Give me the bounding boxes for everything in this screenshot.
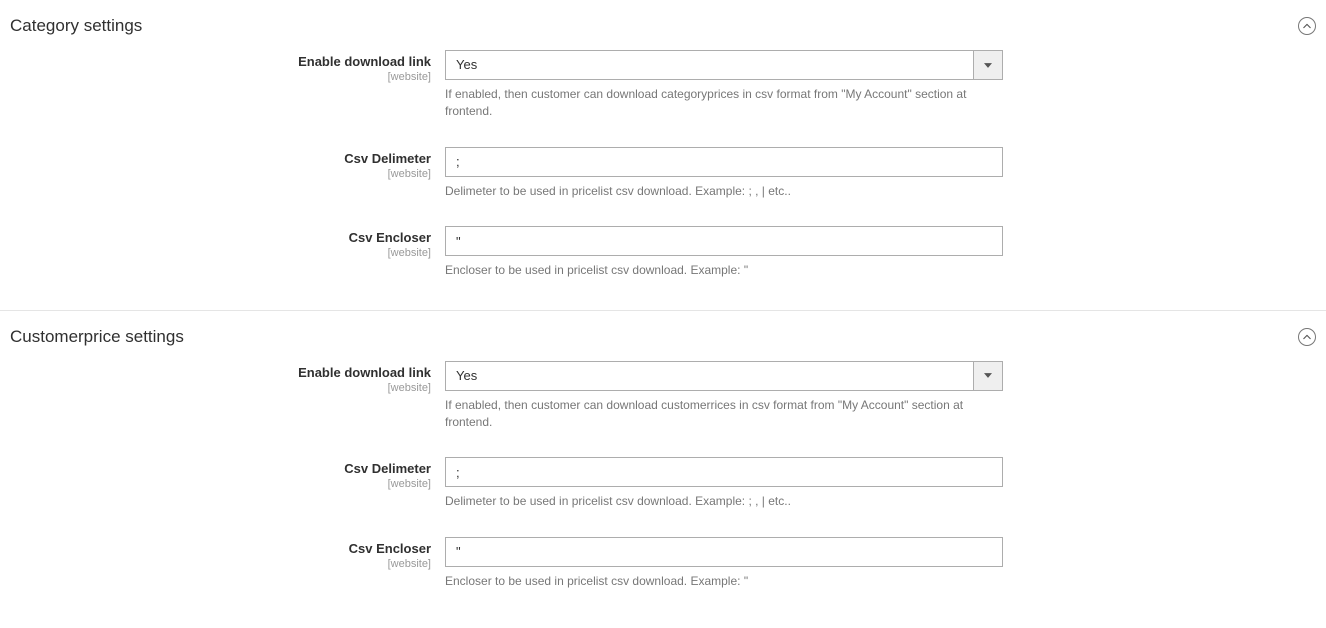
scope-label: [website] bbox=[10, 71, 431, 83]
customer-settings-section: Customerprice settings Enable download l… bbox=[0, 311, 1326, 617]
category-enable-row: Enable download link [website] Yes If en… bbox=[10, 50, 1316, 121]
control-col: Delimeter to be used in pricelist csv do… bbox=[445, 457, 1003, 510]
category-section-header[interactable]: Category settings bbox=[10, 10, 1316, 50]
category-encloser-row: Csv Encloser [website] Encloser to be us… bbox=[10, 226, 1316, 279]
scope-label: [website] bbox=[10, 478, 431, 490]
label-col: Csv Encloser [website] bbox=[10, 226, 445, 279]
control-col: Encloser to be used in pricelist csv dow… bbox=[445, 537, 1003, 590]
customer-delimiter-row: Csv Delimeter [website] Delimeter to be … bbox=[10, 457, 1316, 510]
category-enable-select[interactable]: Yes bbox=[445, 50, 1003, 80]
control-col: Encloser to be used in pricelist csv dow… bbox=[445, 226, 1003, 279]
label-col: Enable download link [website] bbox=[10, 50, 445, 121]
category-settings-section: Category settings Enable download link [… bbox=[0, 0, 1326, 311]
customer-encloser-label: Csv Encloser bbox=[10, 541, 431, 556]
category-delimiter-label: Csv Delimeter bbox=[10, 151, 431, 166]
label-col: Csv Delimeter [website] bbox=[10, 457, 445, 510]
customer-encloser-hint: Encloser to be used in pricelist csv dow… bbox=[445, 573, 1003, 590]
select-value: Yes bbox=[445, 50, 973, 80]
collapse-customer-icon[interactable] bbox=[1298, 328, 1316, 346]
chevron-down-icon[interactable] bbox=[973, 50, 1003, 80]
control-col: Delimeter to be used in pricelist csv do… bbox=[445, 147, 1003, 200]
customer-delimiter-input[interactable] bbox=[445, 457, 1003, 487]
customer-enable-hint: If enabled, then customer can download c… bbox=[445, 397, 1003, 432]
category-enable-label: Enable download link bbox=[10, 54, 431, 69]
customer-delimiter-hint: Delimeter to be used in pricelist csv do… bbox=[445, 493, 1003, 510]
scope-label: [website] bbox=[10, 247, 431, 259]
scope-label: [website] bbox=[10, 382, 431, 394]
category-encloser-hint: Encloser to be used in pricelist csv dow… bbox=[445, 262, 1003, 279]
scope-label: [website] bbox=[10, 558, 431, 570]
collapse-category-icon[interactable] bbox=[1298, 17, 1316, 35]
category-section-title: Category settings bbox=[10, 16, 142, 36]
select-value: Yes bbox=[445, 361, 973, 391]
customer-encloser-input[interactable] bbox=[445, 537, 1003, 567]
customer-section-header[interactable]: Customerprice settings bbox=[10, 321, 1316, 361]
category-delimiter-row: Csv Delimeter [website] Delimeter to be … bbox=[10, 147, 1316, 200]
customer-section-title: Customerprice settings bbox=[10, 327, 184, 347]
label-col: Csv Encloser [website] bbox=[10, 537, 445, 590]
category-enable-hint: If enabled, then customer can download c… bbox=[445, 86, 1003, 121]
customer-enable-select[interactable]: Yes bbox=[445, 361, 1003, 391]
customer-encloser-row: Csv Encloser [website] Encloser to be us… bbox=[10, 537, 1316, 590]
control-col: Yes If enabled, then customer can downlo… bbox=[445, 50, 1003, 121]
label-col: Csv Delimeter [website] bbox=[10, 147, 445, 200]
customer-enable-row: Enable download link [website] Yes If en… bbox=[10, 361, 1316, 432]
category-delimiter-hint: Delimeter to be used in pricelist csv do… bbox=[445, 183, 1003, 200]
scope-label: [website] bbox=[10, 168, 431, 180]
customer-enable-label: Enable download link bbox=[10, 365, 431, 380]
chevron-down-icon[interactable] bbox=[973, 361, 1003, 391]
category-delimiter-input[interactable] bbox=[445, 147, 1003, 177]
control-col: Yes If enabled, then customer can downlo… bbox=[445, 361, 1003, 432]
category-encloser-input[interactable] bbox=[445, 226, 1003, 256]
customer-delimiter-label: Csv Delimeter bbox=[10, 461, 431, 476]
label-col: Enable download link [website] bbox=[10, 361, 445, 432]
category-encloser-label: Csv Encloser bbox=[10, 230, 431, 245]
